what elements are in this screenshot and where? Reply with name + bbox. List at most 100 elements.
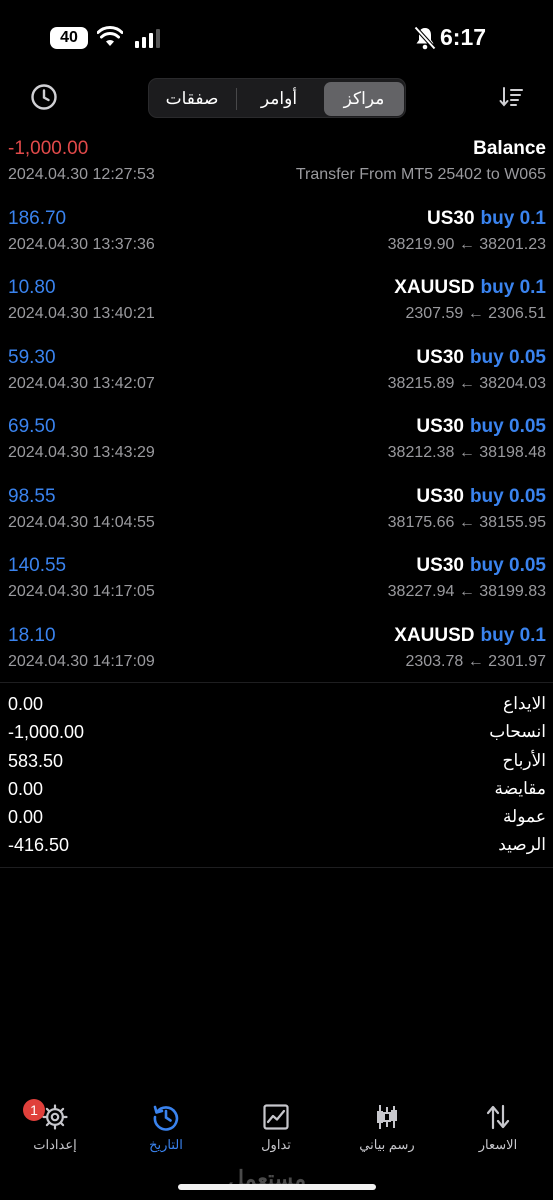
row-side: buy 0.05	[469, 416, 546, 437]
summary-divider-top	[0, 682, 553, 683]
battery-icon: 40	[50, 27, 88, 49]
row-side: buy 0.1	[480, 207, 546, 229]
history-list: -1,000.00 2024.04.30 12:27:53 Balance Tr…	[0, 134, 553, 690]
summary-value: -416.50	[8, 835, 70, 856]
row-prices: 38219.90 ← 38201.23	[387, 235, 546, 253]
tab-label: رسم بياني	[359, 1137, 415, 1152]
home-indicator[interactable]	[178, 1184, 376, 1190]
row-amount: 69.50	[8, 416, 56, 437]
row-title: US30 buy 0.05	[416, 347, 546, 369]
row-title: US30 buy 0.05	[416, 486, 546, 508]
row-title: US30 buy 0.05	[416, 555, 546, 577]
row-amount: 186.70	[8, 207, 67, 229]
row-title: Balance	[473, 138, 546, 160]
clock-icon[interactable]	[30, 83, 58, 111]
row-side: buy 0.05	[469, 346, 546, 368]
row-amount: 98.55	[8, 485, 56, 507]
row-title: US30 buy 0.1	[427, 208, 546, 230]
row-amount: 10.80	[8, 277, 56, 298]
row-time: 2024.04.30 14:17:05	[8, 583, 155, 600]
summary-row-deposit: 0.00 الايداع	[0, 692, 553, 720]
status-time: 6:17	[440, 24, 487, 50]
summary-label: انسحاب	[489, 722, 546, 742]
row-prices: 38212.38 ← 38198.48	[387, 444, 546, 461]
history-row-deal[interactable]: 59.30 2024.04.30 13:42:07 US30 buy 0.05 3…	[0, 343, 553, 413]
row-side: buy 0.05	[469, 485, 546, 507]
tab-label: إعدادات	[33, 1137, 77, 1152]
quotes-arrows-icon	[486, 1104, 510, 1130]
history-row-deal[interactable]: 18.10 2024.04.30 14:17:09 XAUUSD buy 0.1 …	[0, 621, 553, 691]
summary-value: 583.50	[8, 750, 64, 771]
bottom-tab-bar: إعدادات التاريخ تداول رسم بياني الاسعار	[0, 1095, 553, 1165]
summary-row-profit: 583.50 الأرباح	[0, 749, 553, 777]
summary-value: 0.00	[8, 778, 44, 799]
bell-muted-icon	[414, 26, 436, 50]
history-icon	[153, 1105, 179, 1131]
row-time: 2024.04.30 13:37:36	[8, 235, 155, 253]
row-prices: 38175.66 ← 38155.95	[387, 513, 546, 531]
row-time: 2024.04.30 14:17:09	[8, 652, 155, 670]
notification-badge: 1	[23, 1099, 45, 1121]
tab-settings[interactable]: إعدادات	[5, 1095, 105, 1165]
history-row-deal[interactable]: 10.80 2024.04.30 13:40:21 XAUUSD buy 0.1 …	[0, 273, 553, 343]
tab-chart[interactable]: رسم بياني	[337, 1095, 437, 1165]
row-time: 2024.04.30 13:43:29	[8, 444, 155, 461]
summary-label: الأرباح	[502, 750, 546, 770]
tab-quotes[interactable]: الاسعار	[448, 1095, 548, 1165]
row-amount: 140.55	[8, 555, 67, 576]
history-row-deal[interactable]: 140.55 2024.04.30 14:17:05 US30 buy 0.05 …	[0, 551, 553, 621]
history-row-balance[interactable]: -1,000.00 2024.04.30 12:27:53 Balance Tr…	[0, 134, 553, 204]
sort-icon[interactable]	[498, 84, 524, 110]
tab-history[interactable]: التاريخ	[116, 1095, 216, 1165]
tab-label: الاسعار	[478, 1137, 518, 1152]
row-amount: -1,000.00	[8, 138, 89, 159]
tab-orders[interactable]: أوامر	[238, 82, 320, 116]
row-title: XAUUSD buy 0.1	[394, 277, 546, 299]
row-side: buy 0.1	[480, 277, 546, 298]
tab-trade[interactable]: تداول	[226, 1095, 326, 1165]
summary-section: 0.00 الايداع -1,000.00 انسحاب 583.50 الأ…	[0, 692, 553, 862]
summary-label: الرصيد	[498, 835, 546, 855]
summary-label: مقايضة	[494, 778, 546, 798]
summary-row-withdrawal: -1,000.00 انسحاب	[0, 720, 553, 748]
summary-label: عمولة	[502, 807, 546, 827]
gear-icon	[42, 1104, 68, 1130]
segment-divider	[236, 88, 237, 110]
row-symbol: US30	[416, 555, 464, 576]
row-symbol: XAUUSD	[394, 277, 475, 298]
row-prices: 2303.78 ← 2301.97	[405, 652, 546, 670]
row-time: 2024.04.30 14:04:55	[8, 513, 155, 531]
row-time: 2024.04.30 13:40:21	[8, 305, 155, 322]
candlestick-icon	[377, 1105, 397, 1129]
summary-value: 0.00	[8, 807, 44, 828]
row-title: XAUUSD buy 0.1	[394, 625, 546, 647]
summary-row-swap: 0.00 مقايضة	[0, 777, 553, 805]
tab-positions[interactable]: مراكز	[324, 82, 404, 116]
history-row-deal[interactable]: 69.50 2024.04.30 13:43:29 US30 buy 0.05 3…	[0, 412, 553, 482]
summary-label: الايداع	[503, 694, 546, 713]
tab-label: التاريخ	[149, 1137, 183, 1152]
row-amount: 59.30	[8, 346, 56, 368]
signal-icon	[135, 29, 160, 48]
row-symbol: US30	[416, 416, 464, 437]
row-prices: 2307.59 ← 2306.51	[405, 305, 546, 322]
summary-value: -1,000.00	[8, 722, 85, 743]
row-symbol: Balance	[473, 138, 546, 159]
row-time: 2024.04.30 12:27:53	[8, 166, 155, 183]
row-prices: 38227.94 ← 38199.83	[387, 583, 546, 600]
row-side: buy 0.1	[480, 624, 546, 646]
row-symbol: US30	[426, 207, 475, 229]
summary-divider-bottom	[0, 867, 553, 868]
history-row-deal[interactable]: 186.70 2024.04.30 13:37:36 US30 buy 0.1 3…	[0, 204, 553, 274]
summary-row-balance: -416.50 الرصيد	[0, 833, 553, 861]
summary-value: 0.00	[8, 694, 44, 714]
row-symbol: XAUUSD	[394, 624, 475, 646]
row-amount: 18.10	[8, 624, 56, 646]
history-row-deal[interactable]: 98.55 2024.04.30 14:04:55 US30 buy 0.05 3…	[0, 482, 553, 552]
status-bar: 40 6:17	[0, 0, 553, 70]
summary-row-commission: 0.00 عمولة	[0, 805, 553, 833]
row-symbol: US30	[416, 346, 464, 368]
tab-label: تداول	[261, 1137, 291, 1152]
row-title: US30 buy 0.05	[416, 416, 546, 438]
tab-deals[interactable]: صفقات	[151, 82, 233, 116]
